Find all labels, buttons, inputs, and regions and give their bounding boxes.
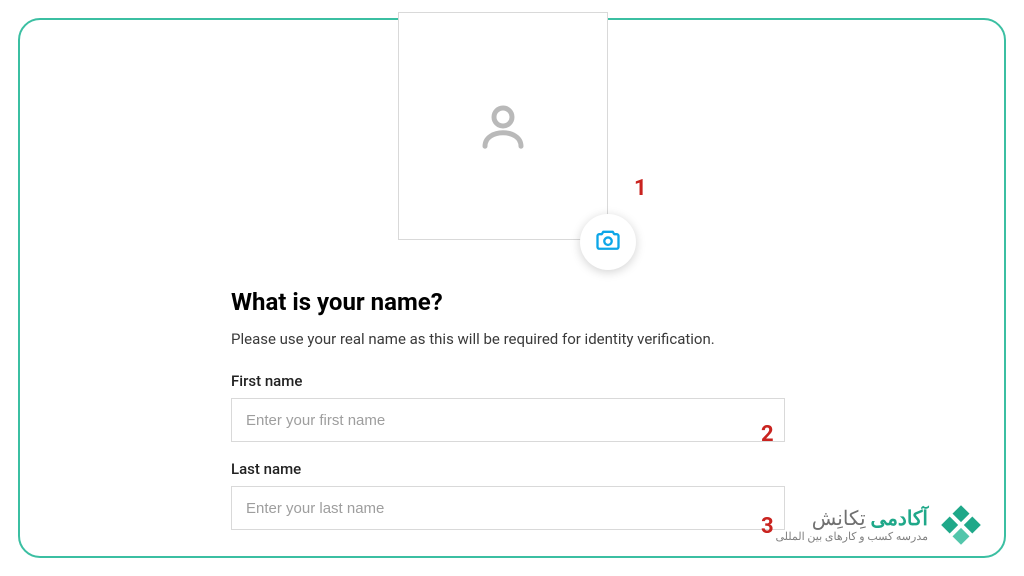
form-heading: What is your name? xyxy=(231,288,785,316)
first-name-label: First name xyxy=(231,372,785,390)
upload-photo-button[interactable] xyxy=(580,214,636,270)
annotation-marker-3: 3 xyxy=(761,514,774,539)
last-name-group: Last name xyxy=(231,460,785,530)
brand-text: آکادمی تِکانِش مدرسه کسب و کارهای بین ال… xyxy=(775,507,928,543)
brand-title-light: تِکانِش xyxy=(812,506,866,530)
camera-icon xyxy=(594,226,622,258)
brand-subtitle: مدرسه کسب و کارهای بین المللی xyxy=(775,531,928,543)
annotation-marker-2: 2 xyxy=(761,422,774,447)
name-form: What is your name? Please use your real … xyxy=(231,288,785,548)
person-icon xyxy=(476,99,530,153)
last-name-input[interactable] xyxy=(231,486,785,530)
annotation-marker-1: 1 xyxy=(634,176,647,201)
first-name-group: First name xyxy=(231,372,785,442)
avatar-placeholder-box[interactable] xyxy=(398,12,608,240)
brand-title: آکادمی تِکانِش xyxy=(775,507,928,529)
brand-title-bold: آکادمی xyxy=(871,506,928,530)
last-name-label: Last name xyxy=(231,460,785,478)
brand-mark-icon xyxy=(938,502,984,548)
content-area: What is your name? Please use your real … xyxy=(0,0,1024,576)
first-name-input[interactable] xyxy=(231,398,785,442)
avatar-upload-area xyxy=(398,12,608,240)
form-subheading: Please use your real name as this will b… xyxy=(231,330,785,348)
brand-logo: آکادمی تِکانِش مدرسه کسب و کارهای بین ال… xyxy=(775,502,984,548)
